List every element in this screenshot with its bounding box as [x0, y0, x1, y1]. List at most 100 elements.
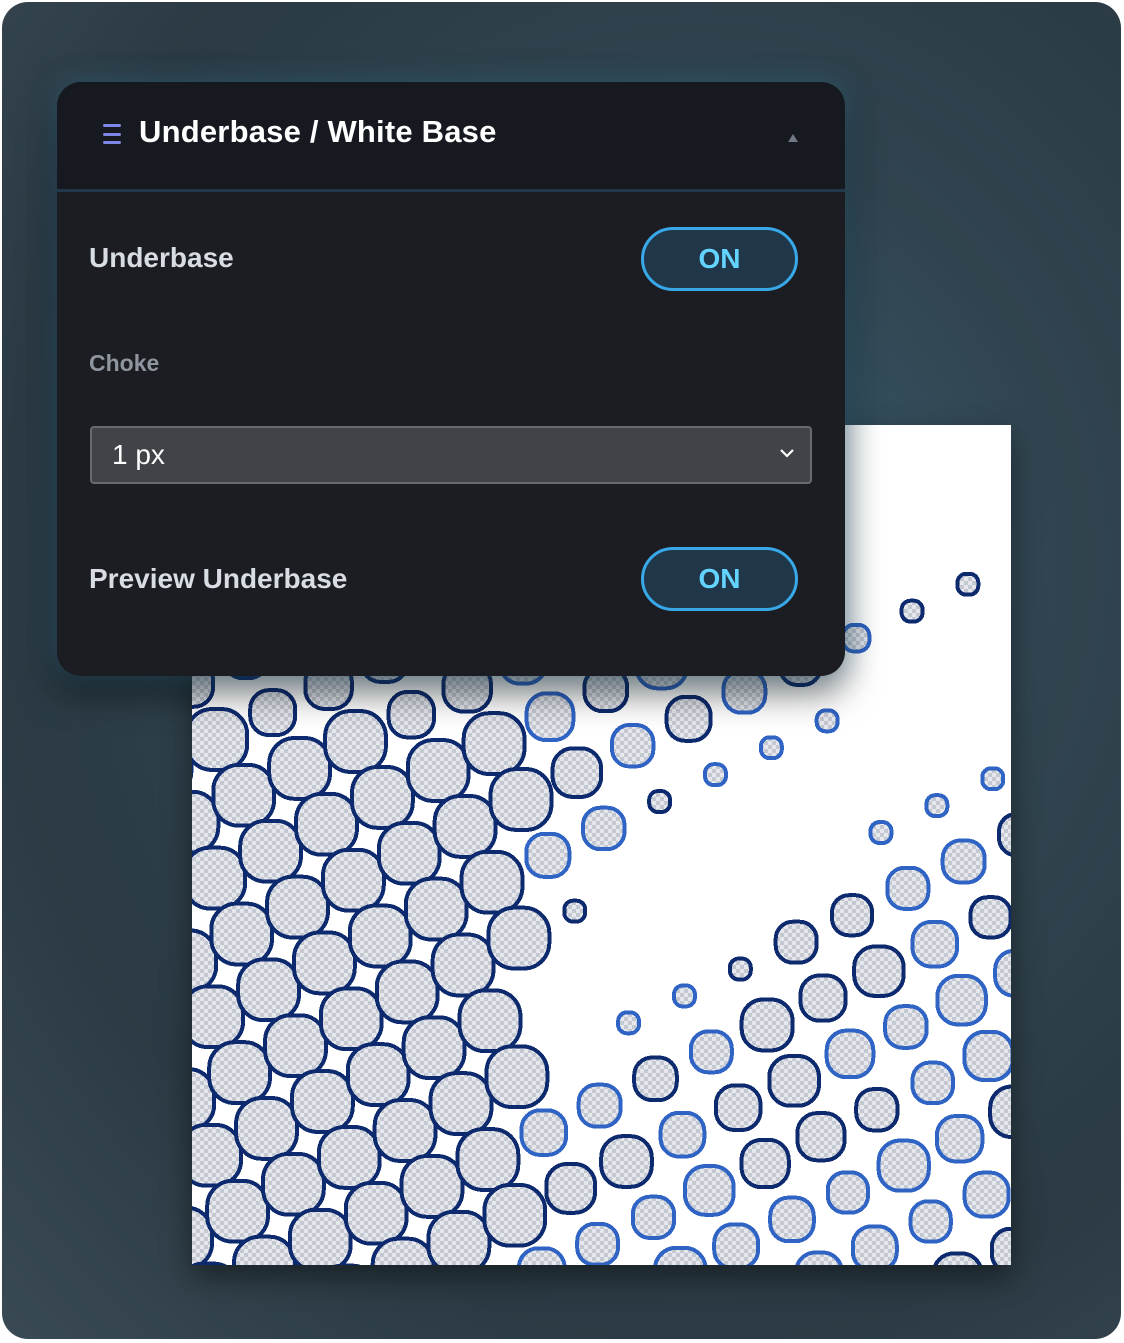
halftone-dot	[211, 762, 277, 828]
halftone-dot	[287, 1207, 353, 1265]
halftone-dot	[854, 1087, 900, 1133]
halftone-dot	[370, 1236, 436, 1265]
halftone-dot	[488, 767, 554, 832]
halftone-dot	[962, 1170, 1011, 1219]
halftone-dot	[372, 1098, 438, 1163]
halftone-dot	[192, 1122, 244, 1188]
halftone-dot	[550, 746, 604, 799]
halftone-dot	[910, 919, 960, 969]
underbase-panel: Underbase / White Base Underbase ON Chok…	[57, 82, 845, 676]
halftone-dot	[403, 876, 469, 942]
halftone-dot	[482, 1182, 548, 1248]
choke-label: Choke	[89, 350, 160, 376]
halftone-dot	[980, 766, 1006, 792]
halftone-dot	[455, 1127, 521, 1192]
preview-underbase-toggle[interactable]: ON	[641, 547, 798, 611]
halftone-dot	[989, 1226, 1011, 1265]
halftone-dot	[192, 845, 248, 911]
halftone-dot	[294, 791, 359, 857]
halftone-dot	[647, 789, 673, 815]
halftone-dot	[795, 1111, 847, 1163]
choke-select[interactable]: 1 px	[90, 426, 812, 484]
halftone-dot	[399, 1154, 465, 1219]
halftone-dot	[955, 571, 981, 597]
halftone-dot	[323, 709, 388, 774]
halftone-dot	[232, 1234, 297, 1265]
halftone-dot	[267, 736, 332, 801]
halftone-dot	[401, 1015, 467, 1081]
halftone-dot	[840, 622, 872, 654]
halftone-dot	[290, 1069, 355, 1134]
halftone-dot	[238, 818, 303, 884]
menu-icon	[103, 122, 121, 146]
panel-header[interactable]: Underbase / White Base	[57, 82, 845, 192]
halftone-dot	[524, 831, 572, 879]
chevron-down-icon	[780, 449, 794, 458]
halftone-dot	[192, 707, 250, 772]
halftone-dot	[350, 765, 415, 830]
halftone-dot	[405, 738, 471, 803]
triangle-up-icon[interactable]	[788, 134, 798, 142]
halftone-dot	[374, 959, 440, 1025]
halftone-dot	[830, 893, 875, 938]
halftone-dot	[924, 793, 950, 819]
halftone-dot	[876, 1138, 931, 1193]
halftone-dot	[850, 1224, 899, 1265]
underbase-toggle[interactable]: ON	[641, 227, 798, 291]
halftone-dot	[997, 812, 1011, 857]
halftone-dot	[236, 957, 301, 1023]
halftone-dot	[630, 1194, 677, 1241]
halftone-dot	[727, 956, 753, 982]
halftone-dot	[316, 1125, 382, 1190]
halftone-dot	[968, 895, 1011, 940]
halftone-dot	[814, 708, 840, 734]
halftone-dot	[461, 711, 527, 777]
halftone-dot	[261, 1151, 326, 1217]
halftone-dot	[658, 1110, 707, 1159]
halftone-dot	[688, 1029, 734, 1075]
halftone-dot	[576, 1082, 623, 1129]
halftone-dot	[486, 905, 552, 971]
halftone-dot	[935, 973, 988, 1027]
halftone-dot	[234, 1096, 299, 1161]
halftone-dot	[825, 1170, 870, 1215]
halftone-dot	[347, 903, 413, 969]
halftone-dot	[758, 735, 784, 761]
halftone-dot	[934, 1114, 985, 1164]
halftone-dot	[653, 1245, 708, 1265]
choke-select-value: 1 px	[112, 439, 165, 470]
halftone-dot	[581, 805, 627, 852]
halftone-dot	[795, 1250, 843, 1265]
halftone-dot	[207, 1040, 272, 1106]
halftone-dot	[940, 838, 987, 885]
halftone-dot	[664, 694, 713, 743]
halftone-dot	[798, 973, 848, 1023]
halftone-dot	[739, 997, 795, 1053]
halftone-dot	[209, 901, 275, 967]
halftone-dot	[767, 1054, 821, 1108]
halftone-dot	[192, 984, 246, 1050]
halftone-dot	[345, 1042, 411, 1108]
halftone-dot	[263, 1013, 328, 1079]
halftone-dot	[899, 598, 925, 624]
halftone-dot	[386, 689, 437, 740]
halftone-dot	[773, 919, 819, 965]
halftone-dot	[824, 1028, 876, 1080]
underbase-label: Underbase	[89, 242, 234, 273]
halftone-dot	[430, 932, 496, 998]
halftone-dot	[376, 820, 442, 886]
panel-title: Underbase / White Base	[139, 114, 497, 149]
halftone-dot	[575, 1221, 620, 1265]
preview-underbase-label: Preview Underbase	[89, 563, 348, 594]
halftone-dot	[768, 1195, 816, 1244]
halftone-dot	[432, 794, 498, 859]
halftone-dot	[988, 1084, 1011, 1140]
halftone-dot	[562, 898, 588, 924]
halftone-dot	[616, 1010, 642, 1036]
halftone-dot	[962, 1029, 1011, 1083]
halftone-dot	[672, 983, 697, 1009]
halftone-dot	[933, 1251, 982, 1265]
halftone-dot	[703, 762, 728, 788]
halftone-dot	[318, 986, 384, 1052]
halftone-dot	[524, 691, 576, 743]
